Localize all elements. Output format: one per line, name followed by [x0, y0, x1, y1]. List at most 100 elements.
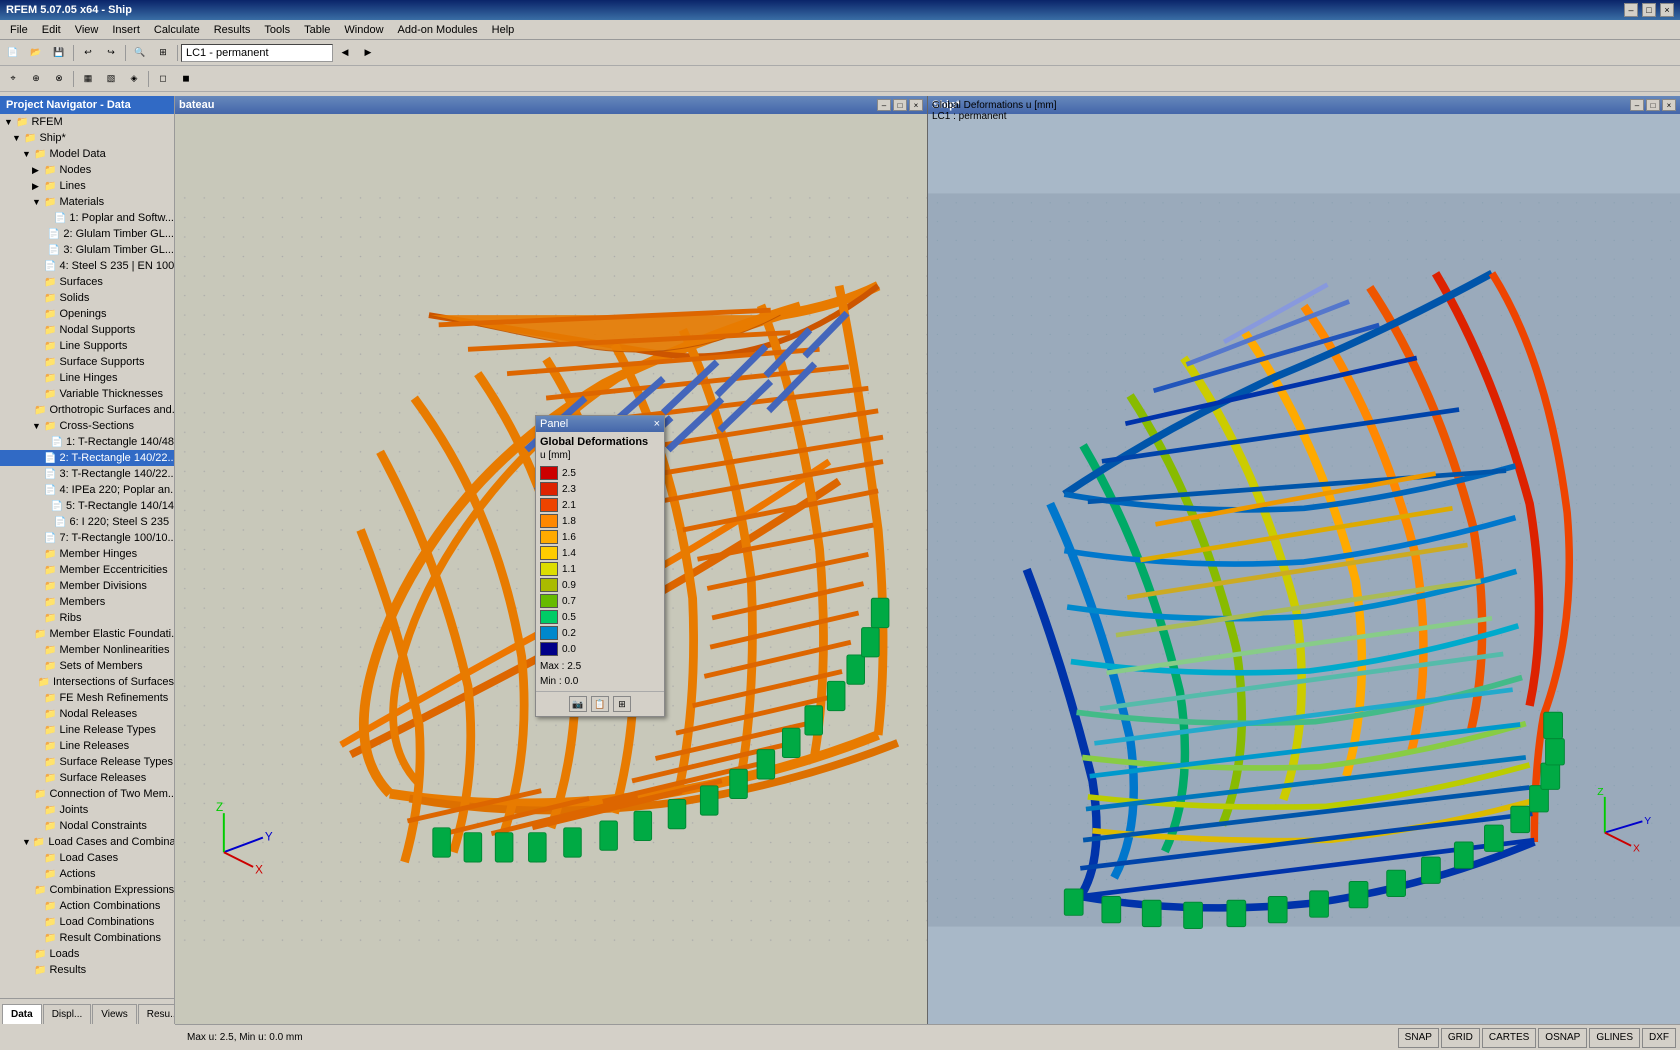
nav-item-variable-thicknesses[interactable]: 📁Variable Thicknesses	[0, 386, 174, 402]
window-controls[interactable]: – □ ×	[1624, 3, 1674, 17]
nav-item-member-hinges[interactable]: 📁Member Hinges	[0, 546, 174, 562]
tab-views[interactable]: Views	[92, 1004, 137, 1024]
nav-item-ribs[interactable]: 📁Ribs	[0, 610, 174, 626]
nav-item-nodes[interactable]: ▶📁Nodes	[0, 162, 174, 178]
nav-item-cs1[interactable]: 📄1: T-Rectangle 140/48	[0, 434, 174, 450]
lc-prev[interactable]: ◀	[334, 43, 356, 63]
menu-item-file[interactable]: File	[4, 23, 34, 37]
nav-item-result-combinations[interactable]: 📁Result Combinations	[0, 930, 174, 946]
menu-item-edit[interactable]: Edit	[36, 23, 67, 37]
nav-item-solids[interactable]: 📁Solids	[0, 290, 174, 306]
nav-item-line-release-types[interactable]: 📁Line Release Types	[0, 722, 174, 738]
redo-btn[interactable]: ↪	[100, 43, 122, 63]
menu-item-results[interactable]: Results	[208, 23, 257, 37]
nav-item-openings[interactable]: 📁Openings	[0, 306, 174, 322]
menu-item-window[interactable]: Window	[338, 23, 389, 37]
nav-item-nodal-releases[interactable]: 📁Nodal Releases	[0, 706, 174, 722]
status-btn-glines[interactable]: GLINES	[1589, 1028, 1640, 1048]
panel-header[interactable]: Panel ×	[536, 416, 664, 432]
open-btn[interactable]: 📂	[25, 43, 47, 63]
vp-left-min[interactable]: –	[877, 99, 891, 111]
nav-item-member-divisions[interactable]: 📁Member Divisions	[0, 578, 174, 594]
undo-btn[interactable]: ↩	[77, 43, 99, 63]
nav-item-mat4[interactable]: 📄4: Steel S 235 | EN 100	[0, 258, 174, 274]
viewport-left-controls[interactable]: – □ ×	[877, 99, 923, 111]
tb2-8[interactable]: ◼	[175, 69, 197, 89]
tb2-6[interactable]: ◈	[123, 69, 145, 89]
fit-btn[interactable]: ⊞	[152, 43, 174, 63]
panel-close-btn[interactable]: ×	[654, 418, 660, 430]
tb2-3[interactable]: ⊗	[48, 69, 70, 89]
vp-left-max[interactable]: □	[893, 99, 907, 111]
tb2-7[interactable]: ◻	[152, 69, 174, 89]
status-btn-osnap[interactable]: OSNAP	[1538, 1028, 1587, 1048]
nav-item-cs3[interactable]: 📄3: T-Rectangle 140/22...	[0, 466, 174, 482]
panel-settings-btn[interactable]: ⊞	[613, 696, 631, 712]
nav-item-surface-release-types[interactable]: 📁Surface Release Types	[0, 754, 174, 770]
nav-item-surfaces[interactable]: 📁Surfaces	[0, 274, 174, 290]
menu-item-view[interactable]: View	[69, 23, 105, 37]
nav-item-cs6[interactable]: 📄6: I 220; Steel S 235	[0, 514, 174, 530]
close-btn[interactable]: ×	[1660, 3, 1674, 17]
menu-item-add-on-modules[interactable]: Add-on Modules	[392, 23, 484, 37]
tb2-2[interactable]: ⊕	[25, 69, 47, 89]
nav-item-intersections[interactable]: 📁Intersections of Surfaces	[0, 674, 174, 690]
menu-item-table[interactable]: Table	[298, 23, 336, 37]
nav-item-mat2[interactable]: 📄2: Glulam Timber GL...	[0, 226, 174, 242]
tb2-4[interactable]: ▦	[77, 69, 99, 89]
tb2-5[interactable]: ▧	[100, 69, 122, 89]
nav-item-connection-two-members[interactable]: 📁Connection of Two Mem...	[0, 786, 174, 802]
nav-item-rfem[interactable]: ▼📁RFEM	[0, 114, 174, 130]
panel-copy-btn[interactable]: 📋	[591, 696, 609, 712]
maximize-btn[interactable]: □	[1642, 3, 1656, 17]
status-btn-cartes[interactable]: CARTES	[1482, 1028, 1536, 1048]
nav-item-cs7[interactable]: 📄7: T-Rectangle 100/10...	[0, 530, 174, 546]
vp-left-close[interactable]: ×	[909, 99, 923, 111]
nav-item-member-elastic[interactable]: 📁Member Elastic Foundati...	[0, 626, 174, 642]
tab-display[interactable]: Displ...	[43, 1004, 92, 1024]
status-btn-snap[interactable]: SNAP	[1398, 1028, 1439, 1048]
nav-item-cross-sections[interactable]: ▼📁Cross-Sections	[0, 418, 174, 434]
lc-dropdown[interactable]: LC1 - permanent	[181, 44, 333, 62]
nav-item-orthotropic[interactable]: 📁Orthotropic Surfaces and...	[0, 402, 174, 418]
nav-item-materials[interactable]: ▼📁Materials	[0, 194, 174, 210]
tab-data[interactable]: Data	[2, 1004, 42, 1024]
nav-item-mat3[interactable]: 📄3: Glulam Timber GL...	[0, 242, 174, 258]
nav-item-surface-supports[interactable]: 📁Surface Supports	[0, 354, 174, 370]
new-btn[interactable]: 📄	[2, 43, 24, 63]
nav-item-load-cases-combinations[interactable]: ▼📁Load Cases and Combinatio...	[0, 834, 174, 850]
zoom-btn[interactable]: 🔍	[129, 43, 151, 63]
minimize-btn[interactable]: –	[1624, 3, 1638, 17]
nav-item-lines[interactable]: ▶📁Lines	[0, 178, 174, 194]
nav-item-cs5[interactable]: 📄5: T-Rectangle 140/14	[0, 498, 174, 514]
nav-item-results[interactable]: 📁Results	[0, 962, 174, 978]
nav-item-line-releases[interactable]: 📁Line Releases	[0, 738, 174, 754]
nav-item-ship[interactable]: ▼📁Ship*	[0, 130, 174, 146]
menu-item-tools[interactable]: Tools	[258, 23, 296, 37]
nav-item-load-combinations[interactable]: 📁Load Combinations	[0, 914, 174, 930]
panel-screenshot-btn[interactable]: 📷	[569, 696, 587, 712]
nav-item-nodal-constraints[interactable]: 📁Nodal Constraints	[0, 818, 174, 834]
nav-item-cs2[interactable]: 📄2: T-Rectangle 140/22...	[0, 450, 174, 466]
status-btn-dxf[interactable]: DXF	[1642, 1028, 1676, 1048]
nav-item-line-supports[interactable]: 📁Line Supports	[0, 338, 174, 354]
nav-item-model-data[interactable]: ▼📁Model Data	[0, 146, 174, 162]
nav-item-mat1[interactable]: 📄1: Poplar and Softw...	[0, 210, 174, 226]
nav-item-line-hinges[interactable]: 📁Line Hinges	[0, 370, 174, 386]
nav-item-fe-mesh[interactable]: 📁FE Mesh Refinements	[0, 690, 174, 706]
nav-item-loads[interactable]: 📁Loads	[0, 946, 174, 962]
nav-item-member-nonlinearities[interactable]: 📁Member Nonlinearities	[0, 642, 174, 658]
nav-item-combination-expressions[interactable]: 📁Combination Expressions	[0, 882, 174, 898]
menu-item-insert[interactable]: Insert	[106, 23, 146, 37]
nav-item-load-cases[interactable]: 📁Load Cases	[0, 850, 174, 866]
lc-next[interactable]: ▶	[357, 43, 379, 63]
nav-item-surface-releases[interactable]: 📁Surface Releases	[0, 770, 174, 786]
nav-item-action-combinations[interactable]: 📁Action Combinations	[0, 898, 174, 914]
nav-item-cs4[interactable]: 📄4: IPEa 220; Poplar an...	[0, 482, 174, 498]
nav-item-joints[interactable]: 📁Joints	[0, 802, 174, 818]
nav-item-actions[interactable]: 📁Actions	[0, 866, 174, 882]
tb2-1[interactable]: ⌖	[2, 69, 24, 89]
nav-item-members[interactable]: 📁Members	[0, 594, 174, 610]
nav-item-sets-of-members[interactable]: 📁Sets of Members	[0, 658, 174, 674]
save-btn[interactable]: 💾	[48, 43, 70, 63]
